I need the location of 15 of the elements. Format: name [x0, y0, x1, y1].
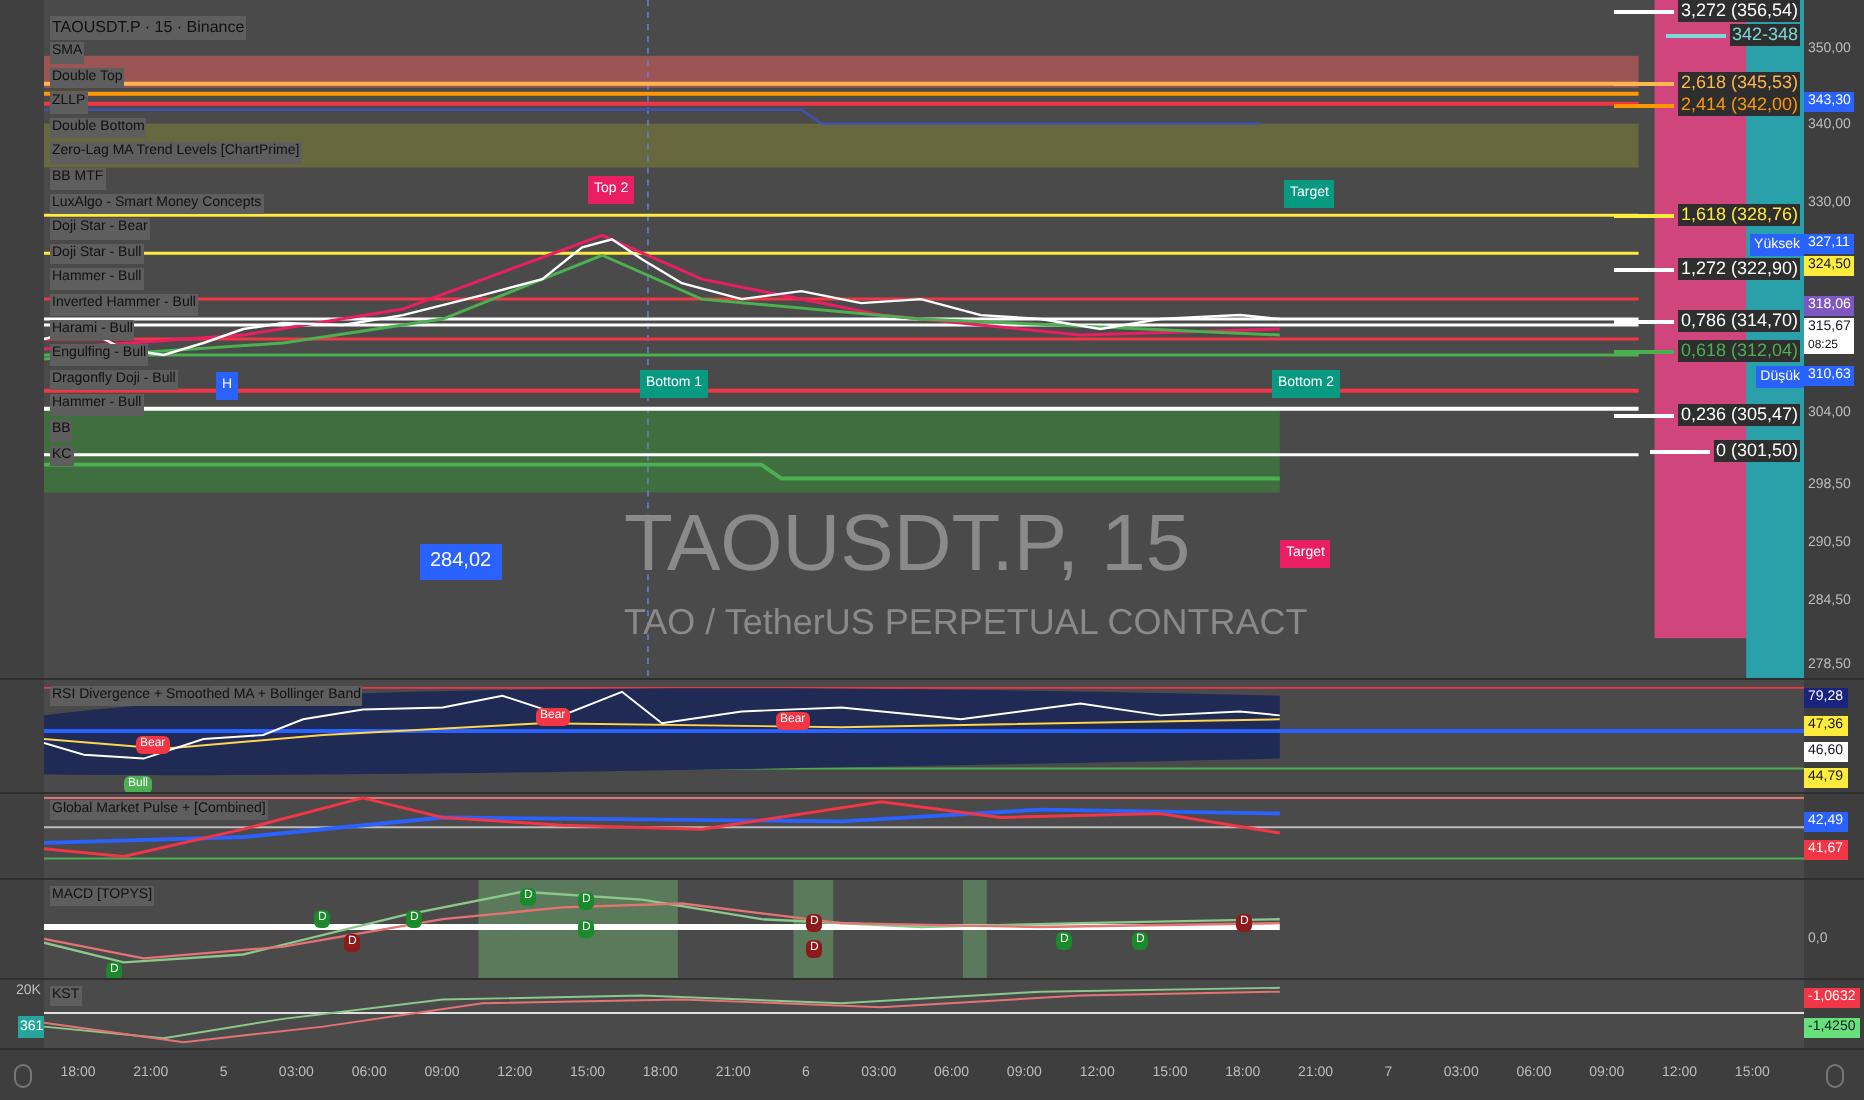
fib-level-label: 0,618 (312,04): [1678, 340, 1800, 362]
fib-level-label: 0,786 (314,70): [1678, 310, 1800, 332]
fib-level-label: 342-348: [1729, 24, 1800, 46]
fib-level-label: 1,618 (328,76): [1678, 204, 1800, 226]
symbol-title: TAOUSDT.P · 15 · Binance: [50, 16, 247, 40]
highlight-zone: [962, 880, 987, 978]
fib-level-label: 3,272 (356,54): [1678, 0, 1800, 22]
fib-level-label: 2,414 (342,00): [1678, 94, 1800, 116]
symbol-watermark: TAOUSDT.P, 15: [624, 500, 1191, 588]
fib-level-label: 2,618 (345,53): [1678, 72, 1800, 94]
chart-label: 284,02: [420, 544, 502, 580]
fib-level-label: 0,236 (305,47): [1678, 404, 1800, 426]
fib-level-label: 1,272 (322,90): [1678, 258, 1800, 280]
fib-level-label: 0 (301,50): [1713, 440, 1800, 462]
symbol-description: TAO / TetherUS PERPETUAL CONTRACT: [624, 600, 1308, 644]
